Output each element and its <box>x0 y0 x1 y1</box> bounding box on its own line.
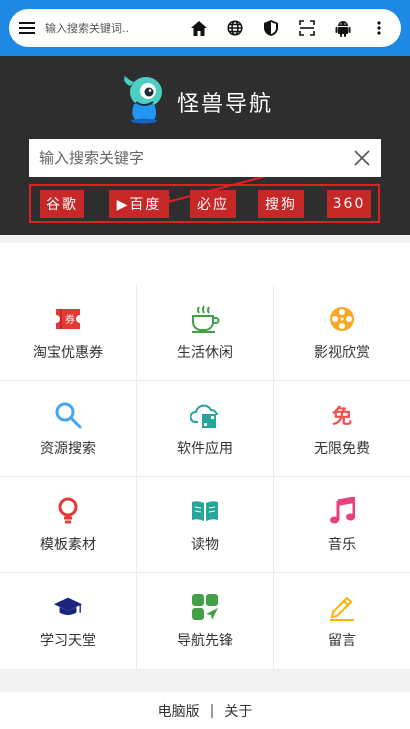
home-icon[interactable] <box>181 9 217 47</box>
music-note-icon <box>327 496 357 526</box>
search-engine-bar: 谷歌 ▶百度 必应 搜狗 360 <box>29 184 380 223</box>
close-icon[interactable] <box>343 139 381 177</box>
category-label: 无限免费 <box>314 440 370 457</box>
globe-icon[interactable] <box>217 9 253 47</box>
about-link[interactable]: 关于 <box>224 701 252 721</box>
cloud-apps-icon <box>190 400 220 430</box>
android-icon[interactable] <box>325 9 361 47</box>
brand-title: 怪兽导航 <box>177 92 274 117</box>
category-item-study[interactable]: 学习天堂 <box>0 573 137 670</box>
engine-bing-button[interactable]: 必应 <box>190 190 236 218</box>
book-icon <box>190 496 220 526</box>
category-grid: 券 淘宝优惠券 生活休闲 影视欣赏 资源搜索 软件应用 免 无限免费 模板素材 … <box>0 285 410 670</box>
desktop-version-link[interactable]: 电脑版 <box>158 701 200 721</box>
category-item-message[interactable]: 留言 <box>274 573 410 670</box>
category-item-coupons[interactable]: 券 淘宝优惠券 <box>0 285 137 381</box>
category-label: 软件应用 <box>177 440 233 457</box>
category-label: 学习天堂 <box>40 633 96 649</box>
shield-icon[interactable] <box>253 9 289 47</box>
free-icon: 免 <box>327 400 357 430</box>
engine-sogou-button[interactable]: 搜狗 <box>258 190 304 218</box>
search-icon <box>53 400 83 430</box>
engine-baidu-button[interactable]: ▶百度 <box>109 190 169 218</box>
category-item-templates[interactable]: 模板素材 <box>0 477 137 573</box>
monster-logo-icon <box>120 72 166 124</box>
coupon-icon: 券 <box>53 304 83 334</box>
category-label: 音乐 <box>328 536 356 553</box>
teacup-icon <box>190 304 220 334</box>
category-item-reading[interactable]: 读物 <box>137 477 274 573</box>
browser-address-bar[interactable]: 输入搜索关键词.. <box>9 9 401 47</box>
hamburger-menu-icon[interactable] <box>9 9 45 47</box>
search-box[interactable] <box>29 139 381 177</box>
category-label: 影视欣赏 <box>314 344 370 361</box>
engine-google-button[interactable]: 谷歌 <box>40 190 84 218</box>
svg-text:券: 券 <box>65 313 75 326</box>
category-item-navigation[interactable]: 导航先锋 <box>137 573 274 670</box>
category-item-movies[interactable]: 影视欣赏 <box>274 285 410 381</box>
footer: 电脑版 | 关于 <box>0 692 410 729</box>
more-vertical-icon[interactable] <box>361 9 397 47</box>
category-item-leisure[interactable]: 生活休闲 <box>137 285 274 381</box>
svg-text:免: 免 <box>332 404 352 428</box>
address-input[interactable]: 输入搜索关键词.. <box>45 20 175 36</box>
scan-icon[interactable] <box>289 9 325 47</box>
category-item-software[interactable]: 软件应用 <box>137 381 274 477</box>
category-item-resource-search[interactable]: 资源搜索 <box>0 381 137 477</box>
category-label: 留言 <box>328 633 356 649</box>
category-label: 导航先锋 <box>177 633 233 649</box>
category-item-music[interactable]: 音乐 <box>274 477 410 573</box>
navigation-icon <box>190 592 220 622</box>
film-reel-icon <box>327 304 357 334</box>
search-input[interactable] <box>29 139 343 177</box>
category-item-free[interactable]: 免 无限免费 <box>274 381 410 477</box>
category-label: 淘宝优惠券 <box>33 344 103 361</box>
category-label: 生活休闲 <box>177 344 233 361</box>
footer-separator: | <box>209 702 215 719</box>
engine-360-button[interactable]: 360 <box>327 190 371 218</box>
spacer-panel <box>0 243 410 285</box>
bulb-icon <box>53 496 83 526</box>
category-label: 模板素材 <box>40 536 96 553</box>
graduation-cap-icon <box>53 592 83 622</box>
category-label: 资源搜索 <box>40 440 96 457</box>
divider <box>0 235 410 243</box>
pencil-icon <box>327 592 357 622</box>
category-label: 读物 <box>191 536 219 553</box>
